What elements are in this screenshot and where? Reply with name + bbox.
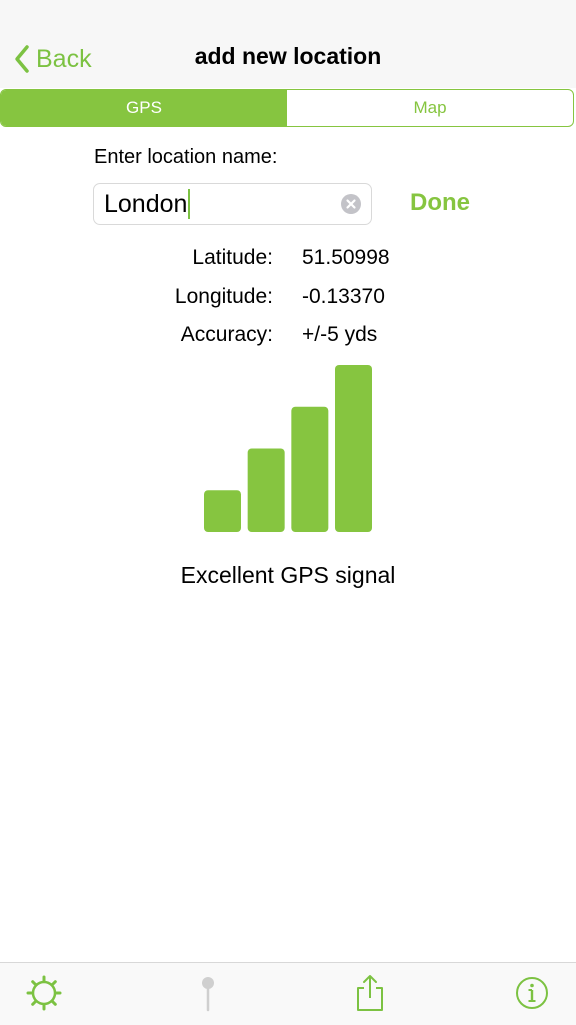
signal-status-label: Excellent GPS signal	[180, 562, 396, 588]
latitude-row: Latitude: 51.50998	[0, 246, 576, 274]
location-pin-button[interactable]	[188, 973, 228, 1013]
bottom-toolbar	[0, 962, 576, 1025]
segment-gps[interactable]: GPS	[1, 90, 287, 126]
location-name-input[interactable]: London	[93, 183, 372, 225]
signal-bar	[247, 448, 285, 532]
segment-map[interactable]: Map	[287, 90, 573, 126]
share-button[interactable]	[350, 973, 390, 1013]
clear-icon	[346, 199, 356, 209]
longitude-value: -0.13370	[302, 285, 385, 308]
longitude-label: Longitude:	[174, 285, 273, 308]
navigation-bar: Back add new location	[0, 0, 576, 88]
accuracy-row: Accuracy: +/-5 yds	[0, 323, 576, 351]
accuracy-value: +/-5 yds	[302, 323, 378, 346]
signal-strength-icon	[204, 365, 372, 532]
gear-icon	[26, 975, 62, 1011]
share-icon	[357, 975, 383, 1011]
page-title: add new location	[194, 43, 382, 69]
location-name-value: London	[104, 189, 188, 218]
signal-bar	[291, 406, 329, 532]
settings-button[interactable]	[24, 973, 64, 1013]
info-button[interactable]	[513, 973, 553, 1013]
latitude-label: Latitude:	[192, 246, 273, 269]
source-segmented-control: GPS Map	[0, 89, 574, 127]
signal-bar	[204, 490, 241, 532]
signal-bar	[335, 365, 372, 532]
longitude-row: Longitude: -0.13370	[0, 285, 576, 313]
clear-text-button[interactable]	[341, 194, 361, 214]
info-icon	[516, 977, 548, 1009]
accuracy-label: Accuracy:	[180, 323, 273, 346]
done-button[interactable]: Done	[410, 189, 470, 217]
location-name-label: Enter location name:	[94, 146, 278, 168]
text-cursor	[188, 189, 191, 219]
pin-icon	[202, 977, 214, 1012]
latitude-value: 51.50998	[302, 246, 390, 269]
